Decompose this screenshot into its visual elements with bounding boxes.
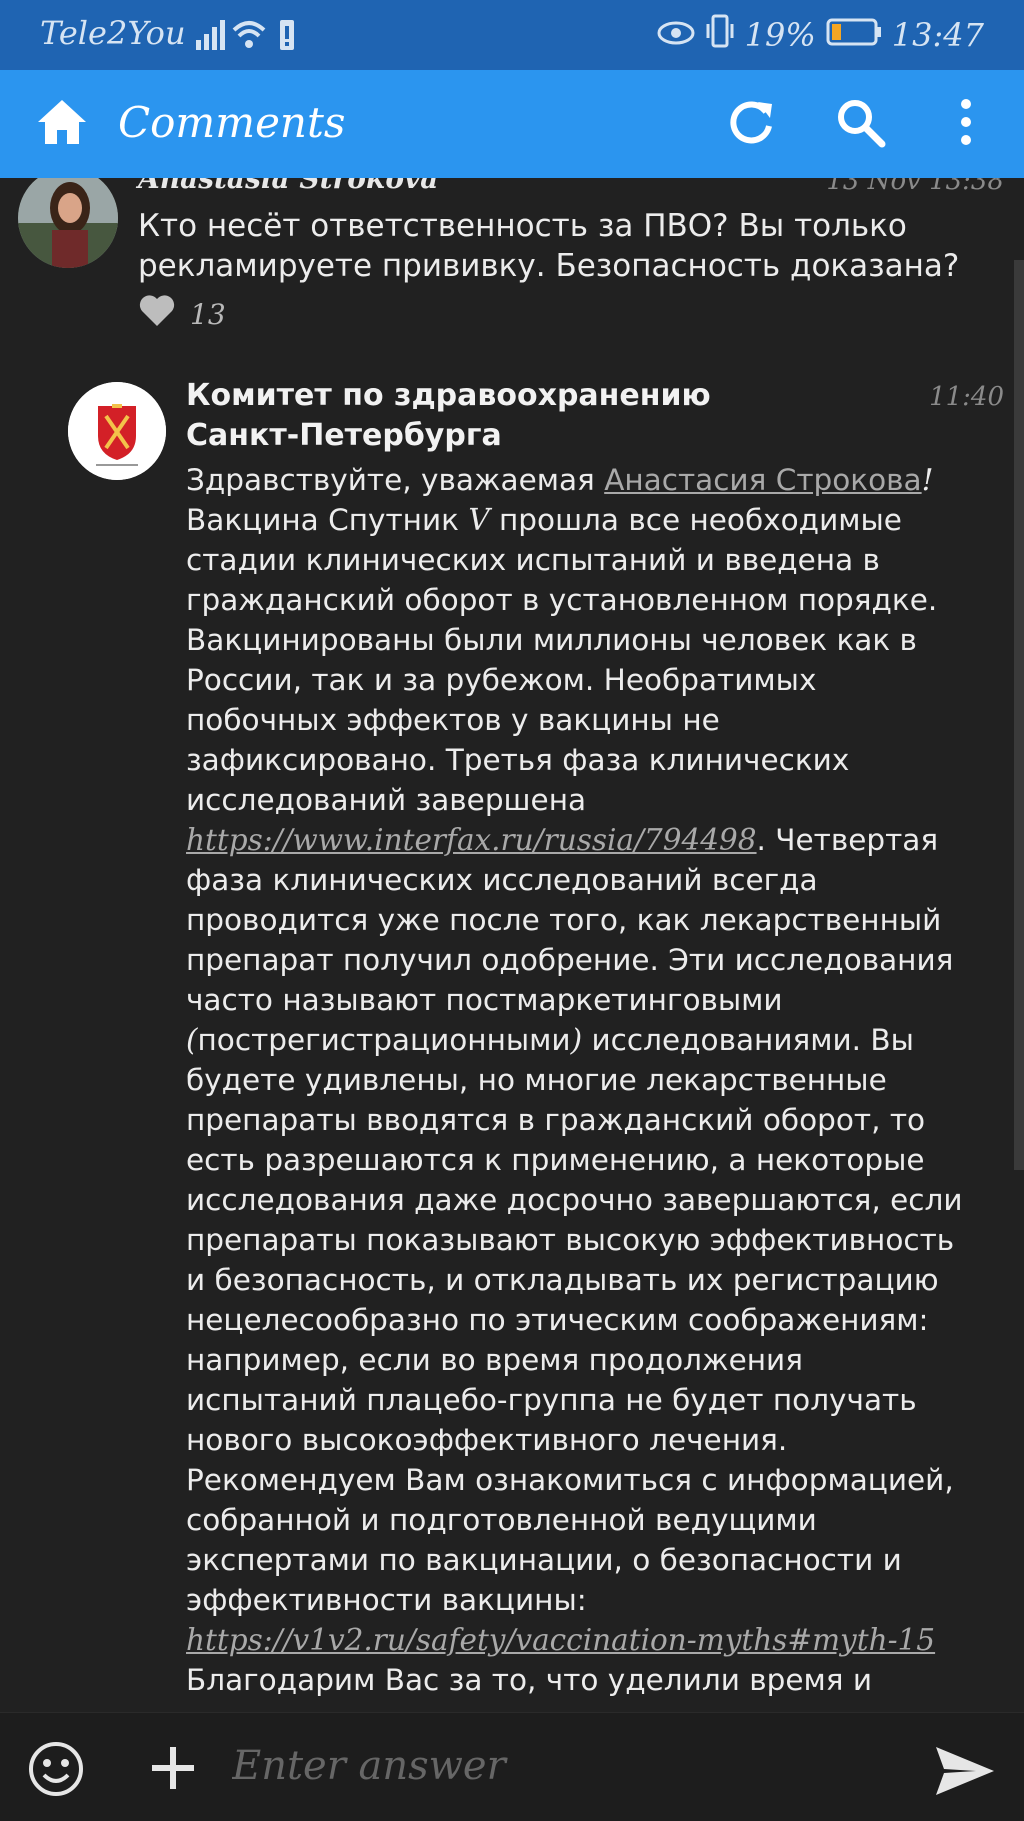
vibrate-icon bbox=[705, 14, 735, 56]
heart-icon bbox=[138, 294, 176, 335]
app-bar: Comments bbox=[0, 70, 1024, 178]
like-button[interactable]: 13 bbox=[138, 294, 226, 335]
comment-time: 11:40 bbox=[929, 382, 1004, 412]
reply-bar bbox=[0, 1712, 1024, 1821]
signal-icon bbox=[196, 18, 296, 56]
send-icon[interactable] bbox=[932, 1743, 996, 1803]
comment-text: Здравствуйте, уважаемая Анастасия Строко… bbox=[186, 460, 976, 1700]
text-segment: Благодарим Вас за то, что уделили время … bbox=[186, 1663, 873, 1697]
search-icon[interactable] bbox=[834, 96, 888, 154]
myth-link[interactable]: https://v1v2.ru/safety/vaccination-myths… bbox=[186, 1623, 935, 1657]
more-vert-icon[interactable] bbox=[956, 96, 976, 154]
answer-input[interactable] bbox=[230, 1735, 914, 1797]
comment-time: 13 Nov 13:38 bbox=[826, 178, 1004, 196]
battery-icon bbox=[826, 16, 882, 54]
comments-list[interactable]: Anastasia Strokova 13 Nov 13:38 Кто несё… bbox=[0, 178, 1024, 1712]
page-title: Comments bbox=[118, 98, 346, 147]
comment-text: Кто несёт ответственность за ПВО? Вы тол… bbox=[138, 208, 960, 284]
text-segment: пострегистрационными bbox=[197, 1023, 571, 1057]
comment-author[interactable]: Anastasia Strokova bbox=[138, 178, 438, 195]
emoji-icon[interactable] bbox=[26, 1739, 86, 1803]
eye-icon bbox=[657, 16, 695, 54]
refresh-icon[interactable] bbox=[724, 96, 778, 154]
status-bar: Tele2You 19% 13:47 bbox=[0, 0, 1024, 70]
add-icon[interactable] bbox=[148, 1743, 198, 1797]
interfax-link[interactable]: https://www.interfax.ru/russia/794498 bbox=[186, 823, 757, 857]
home-icon[interactable] bbox=[34, 94, 90, 154]
scrollbar[interactable] bbox=[1014, 260, 1024, 1170]
avatar[interactable] bbox=[68, 382, 166, 480]
text-segment: исследованиями. Вы будете удивлены, но м… bbox=[186, 1023, 963, 1617]
avatar[interactable] bbox=[18, 178, 118, 268]
greeting-punct: ! bbox=[921, 463, 934, 497]
text-segment: прошла все необходимые стадии клинически… bbox=[186, 503, 938, 817]
clock: 13:47 bbox=[891, 16, 984, 54]
text-segment-v: V bbox=[468, 503, 490, 537]
carrier-name: Tele2You bbox=[40, 14, 186, 52]
mention-link[interactable]: Анастасия Строкова bbox=[604, 463, 921, 497]
greeting-text: Здравствуйте, уважаемая bbox=[186, 463, 605, 497]
comment-author[interactable]: Комитет по здравоохранению Санкт-Петербу… bbox=[186, 376, 786, 456]
battery-percent: 19% bbox=[744, 16, 816, 54]
like-count: 13 bbox=[190, 298, 226, 331]
text-segment: Вакцина Спутник bbox=[186, 503, 469, 537]
paren-close: ) bbox=[570, 1023, 583, 1057]
paren-open: ( bbox=[186, 1023, 198, 1057]
